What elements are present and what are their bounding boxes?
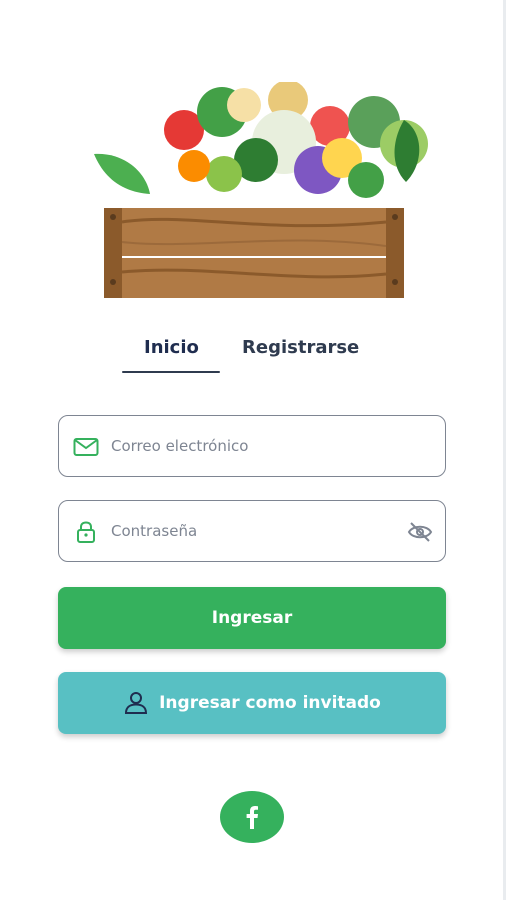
active-tab-indicator (122, 371, 220, 373)
tab-login[interactable]: Inicio (144, 334, 199, 374)
login-screen: Inicio Registrarse Correo electrónico Co… (0, 0, 506, 900)
vegetable-crate-illustration (94, 82, 428, 298)
auth-tabs: Inicio Registrarse (122, 334, 382, 374)
tab-login-label: Inicio (144, 337, 199, 358)
guest-login-button[interactable]: Ingresar como invitado (58, 672, 446, 734)
email-field[interactable]: Correo electrónico (58, 415, 446, 477)
mail-icon (73, 438, 99, 456)
login-button[interactable]: Ingresar (58, 587, 446, 649)
tab-register[interactable]: Registrarse (242, 334, 359, 374)
login-button-label: Ingresar (211, 608, 293, 628)
eye-off-icon[interactable] (407, 521, 433, 543)
lock-icon (77, 521, 95, 543)
password-field[interactable]: Contraseña (58, 500, 446, 562)
email-placeholder: Correo electrónico (111, 437, 249, 455)
guest-button-label: Ingresar como invitado (159, 693, 381, 713)
facebook-login-button[interactable] (220, 791, 284, 843)
password-placeholder: Contraseña (111, 522, 198, 540)
tab-register-label: Registrarse (242, 337, 360, 358)
facebook-icon (246, 806, 258, 829)
user-icon (125, 692, 148, 714)
